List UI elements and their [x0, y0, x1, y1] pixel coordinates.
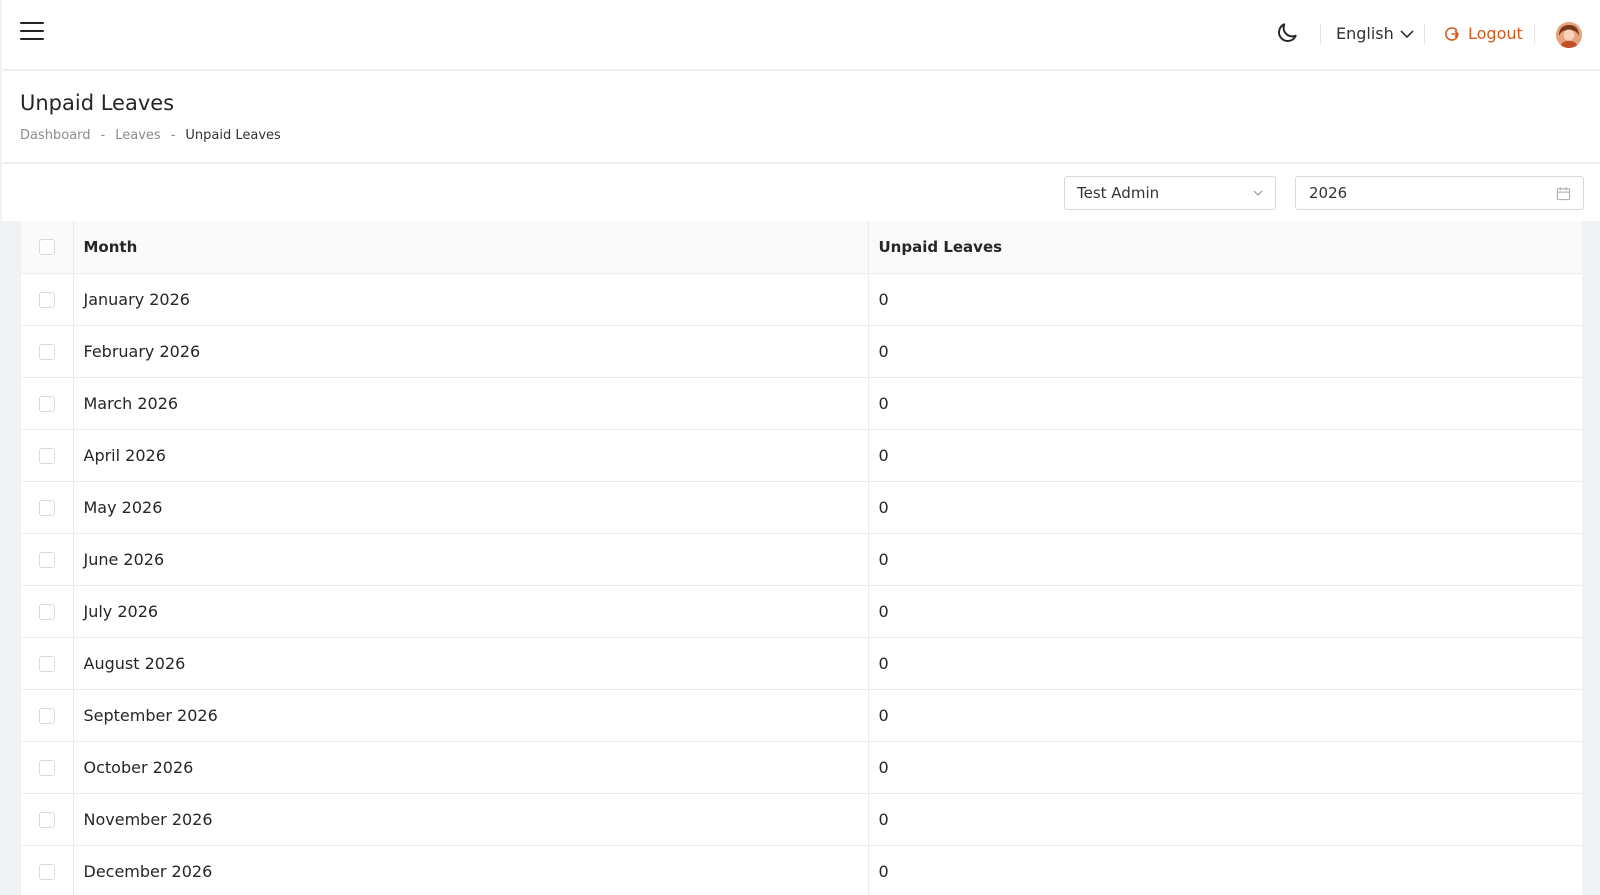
chevron-down-icon — [1253, 190, 1263, 196]
row-checkbox[interactable] — [38, 812, 55, 828]
year-picker-value: 2026 — [1309, 184, 1348, 202]
row-checkbox[interactable] — [38, 604, 55, 620]
row-checkbox[interactable] — [38, 448, 55, 464]
breadcrumb-dashboard[interactable]: Dashboard — [20, 128, 91, 143]
month-cell: April 2026 — [73, 429, 869, 482]
month-cell: September 2026 — [73, 689, 869, 742]
unpaid-leaves-cell: 0 — [868, 429, 1582, 482]
row-checkbox[interactable] — [38, 552, 55, 568]
row-select-cell — [21, 845, 74, 895]
month-cell: January 2026 — [73, 273, 869, 326]
month-cell: June 2026 — [73, 533, 869, 586]
row-checkbox[interactable] — [38, 864, 55, 880]
select-all-cell — [21, 221, 74, 274]
language-selector[interactable]: English — [1336, 24, 1414, 43]
employee-select-value: Test Admin — [1077, 184, 1160, 202]
row-checkbox[interactable] — [38, 396, 55, 412]
row-select-cell — [21, 325, 74, 378]
breadcrumb-separator: - — [100, 128, 106, 143]
month-cell: August 2026 — [73, 637, 869, 690]
unpaid-leaves-cell: 0 — [868, 689, 1582, 742]
table-row[interactable]: April 2026 0 — [21, 429, 1582, 482]
unpaid-leaves-cell: 0 — [868, 481, 1582, 534]
table-row[interactable]: January 2026 0 — [21, 273, 1582, 326]
divider — [1320, 24, 1321, 44]
month-cell: July 2026 — [73, 585, 869, 638]
table-row[interactable]: March 2026 0 — [21, 377, 1582, 430]
unpaid-leaves-cell: 0 — [868, 741, 1582, 794]
row-checkbox[interactable] — [38, 292, 55, 308]
month-cell: March 2026 — [73, 377, 869, 430]
unpaid-leaves-cell: 0 — [868, 637, 1582, 690]
table-row[interactable]: July 2026 0 — [21, 585, 1582, 638]
row-checkbox[interactable] — [38, 760, 55, 776]
table-row[interactable]: September 2026 0 — [21, 689, 1582, 742]
unpaid-leaves-cell: 0 — [868, 845, 1582, 895]
unpaid-leaves-cell: 0 — [868, 377, 1582, 430]
month-cell: November 2026 — [73, 793, 869, 846]
divider — [1424, 24, 1425, 44]
avatar[interactable] — [1556, 22, 1582, 48]
calendar-icon — [1556, 187, 1571, 201]
table-row[interactable]: June 2026 0 — [21, 533, 1582, 586]
breadcrumb-leaves[interactable]: Leaves — [115, 128, 160, 143]
row-select-cell — [21, 429, 74, 482]
row-checkbox[interactable] — [38, 708, 55, 724]
moon-icon[interactable] — [1274, 20, 1300, 46]
top-navbar: English Logout — [2, 0, 1600, 70]
logout-icon — [1445, 26, 1459, 41]
row-checkbox[interactable] — [38, 656, 55, 672]
row-select-cell — [21, 793, 74, 846]
table-row[interactable]: February 2026 0 — [21, 325, 1582, 378]
row-select-cell — [21, 377, 74, 430]
select-all-checkbox[interactable] — [38, 239, 55, 256]
table-row[interactable]: November 2026 0 — [21, 793, 1582, 846]
breadcrumb-current: Unpaid Leaves — [185, 128, 281, 143]
divider — [1534, 24, 1535, 44]
table-row[interactable]: October 2026 0 — [21, 741, 1582, 794]
table-header-row: Month Unpaid Leaves — [21, 221, 1582, 274]
page-title: Unpaid Leaves — [20, 91, 175, 115]
chevron-down-icon — [1400, 29, 1414, 38]
unpaid-leaves-cell: 0 — [868, 533, 1582, 586]
employee-select[interactable]: Test Admin — [1064, 176, 1276, 210]
unpaid-leaves-cell: 0 — [868, 585, 1582, 638]
filter-bar: Test Admin 2026 — [2, 164, 1600, 221]
table-row[interactable]: May 2026 0 — [21, 481, 1582, 534]
unpaid-leaves-cell: 0 — [868, 273, 1582, 326]
table-row[interactable]: August 2026 0 — [21, 637, 1582, 690]
logout-label: Logout — [1468, 24, 1523, 43]
row-select-cell — [21, 481, 74, 534]
month-cell: May 2026 — [73, 481, 869, 534]
column-header-unpaid-leaves[interactable]: Unpaid Leaves — [868, 221, 1582, 274]
avatar-image — [1556, 22, 1582, 48]
hamburger-menu-icon[interactable] — [20, 22, 44, 42]
row-select-cell — [21, 273, 74, 326]
language-label: English — [1336, 24, 1394, 43]
month-cell: October 2026 — [73, 741, 869, 794]
unpaid-leaves-table: Month Unpaid Leaves January 2026 0 Februar… — [20, 221, 1582, 895]
row-checkbox[interactable] — [38, 344, 55, 360]
row-select-cell — [21, 585, 74, 638]
row-select-cell — [21, 533, 74, 586]
row-select-cell — [21, 689, 74, 742]
breadcrumb-separator: - — [170, 128, 176, 143]
page-header: Unpaid Leaves Dashboard - Leaves - Unpai… — [2, 71, 1600, 163]
column-header-month[interactable]: Month — [73, 221, 869, 274]
unpaid-leaves-cell: 0 — [868, 325, 1582, 378]
row-select-cell — [21, 741, 74, 794]
logout-button[interactable]: Logout — [1444, 24, 1523, 43]
month-cell: February 2026 — [73, 325, 869, 378]
table-body: January 2026 0 February 2026 0 March 2026 0 Ap… — [21, 273, 1582, 895]
row-checkbox[interactable] — [38, 500, 55, 516]
unpaid-leaves-cell: 0 — [868, 793, 1582, 846]
year-picker[interactable]: 2026 — [1295, 176, 1584, 210]
table-row[interactable]: December 2026 0 — [21, 845, 1582, 895]
month-cell: December 2026 — [73, 845, 869, 895]
row-select-cell — [21, 637, 74, 690]
breadcrumb: Dashboard - Leaves - Unpaid Leaves — [20, 128, 281, 143]
